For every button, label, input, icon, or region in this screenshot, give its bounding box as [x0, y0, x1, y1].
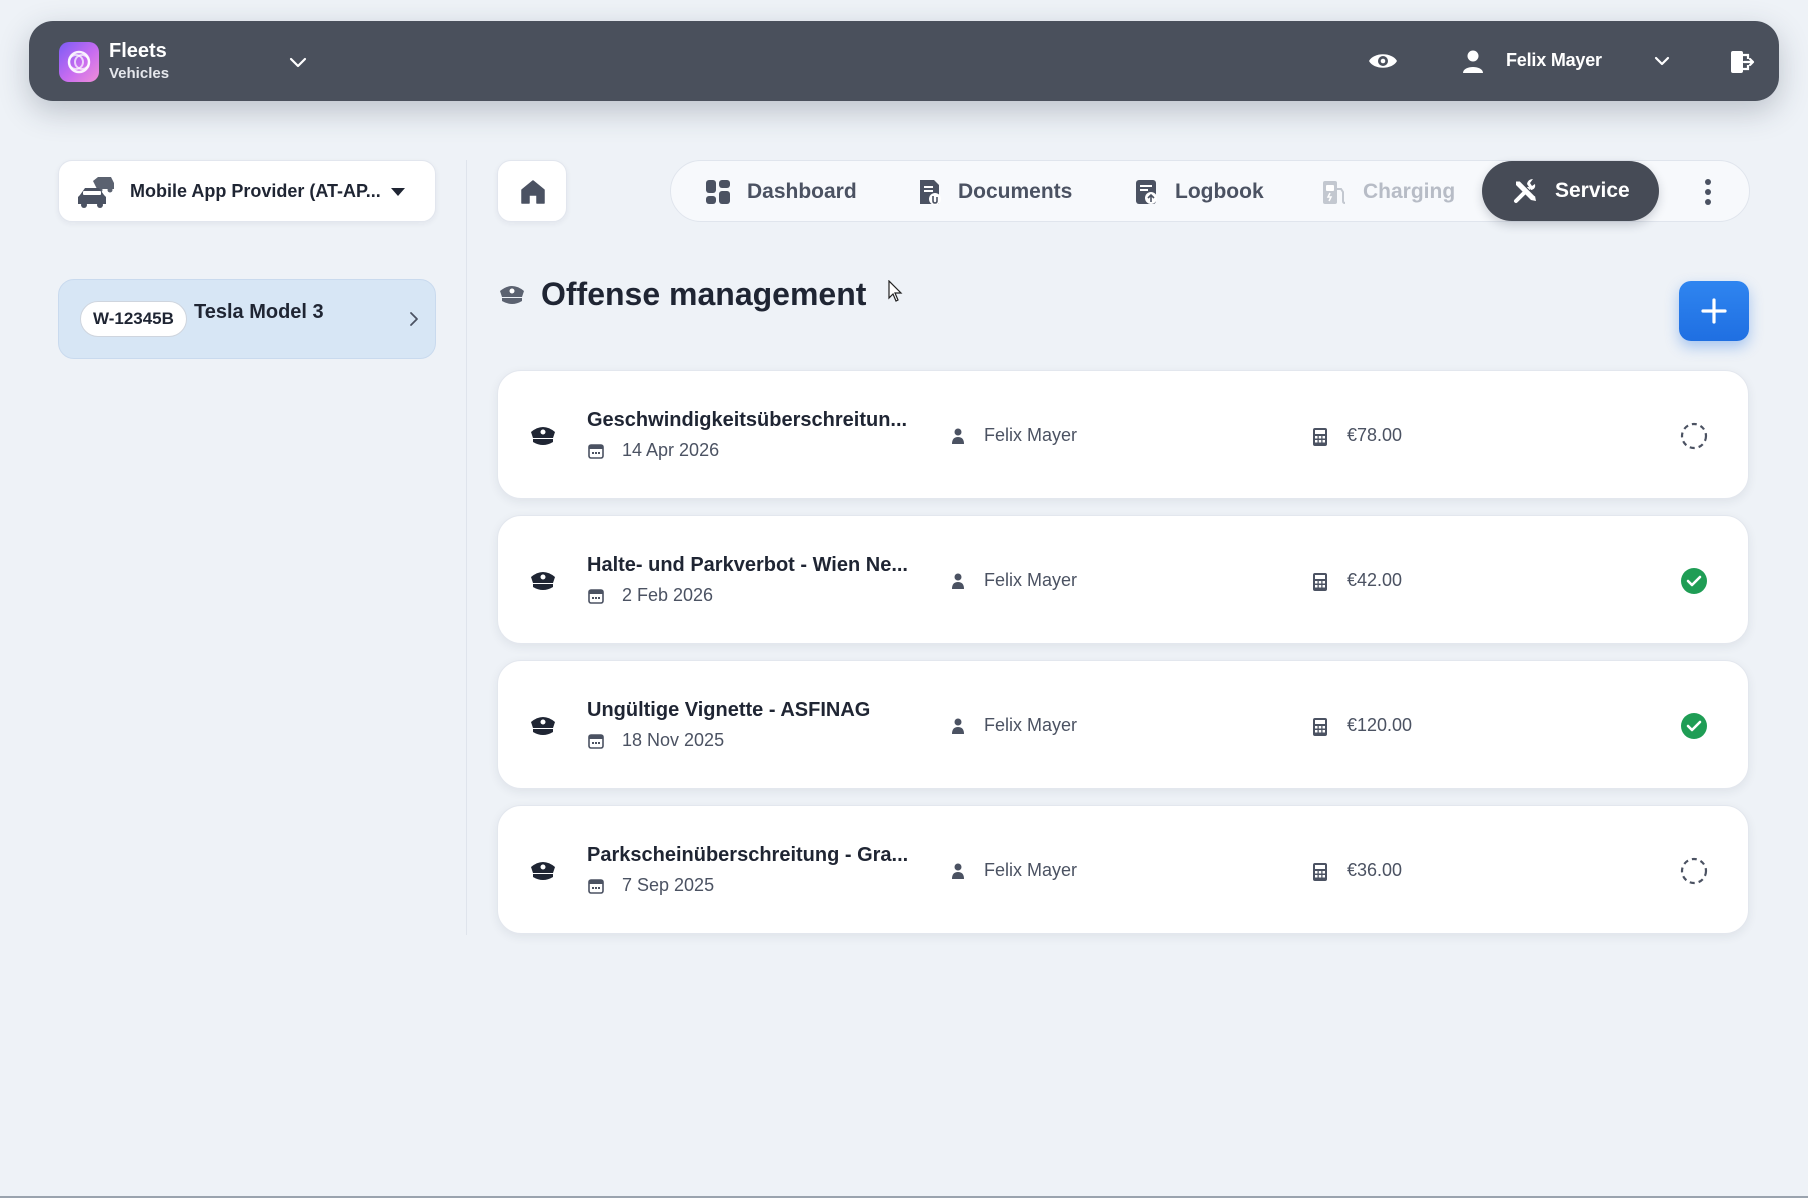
offense-title: Halte- und Parkverbot - Wien Ne... [587, 554, 908, 576]
offense-amount: €36.00 [1347, 860, 1403, 880]
logout-icon[interactable] [1722, 44, 1758, 80]
offense-list-item[interactable]: Parkscheinüberschreitung - Gra... 7 Sep 2… [497, 805, 1749, 934]
caret-down-icon [391, 188, 405, 196]
person-icon [952, 428, 964, 444]
calculator-icon [1313, 573, 1327, 591]
offense-amount: €42.00 [1347, 570, 1403, 590]
calculator-icon [1313, 718, 1327, 736]
person-icon [952, 863, 964, 879]
status-pending-dashed-circle-icon [1680, 422, 1708, 450]
tab-logbook[interactable]: Logbook [1131, 161, 1264, 223]
vehicle-card-selected[interactable]: W-12345B Tesla Model 3 [58, 279, 436, 359]
service-tools-icon [1514, 179, 1536, 203]
calculator-icon [1313, 863, 1327, 881]
vehicle-name: Tesla Model 3 [194, 301, 324, 323]
offense-list-item[interactable]: Ungültige Vignette - ASFINAG 18 Nov 2025 F… [497, 660, 1749, 789]
offense-driver: Felix Mayer [984, 860, 1078, 880]
police-cap-icon [531, 717, 555, 735]
logbook-icon [1136, 180, 1157, 204]
offense-date: 2 Feb 2026 [622, 585, 714, 605]
license-plate-badge: W-12345B [80, 301, 187, 337]
offense-date: 14 Apr 2026 [622, 440, 720, 460]
status-pending-dashed-circle-icon [1680, 857, 1708, 885]
user-icon[interactable] [1459, 47, 1487, 75]
charging-icon [1323, 181, 1346, 204]
police-cap-icon [531, 572, 555, 590]
offense-date: 7 Sep 2025 [622, 875, 715, 895]
app-logo[interactable] [59, 42, 99, 82]
tab-label: Charging [1363, 180, 1456, 203]
calendar-icon [588, 589, 604, 604]
plus-icon [1701, 298, 1727, 324]
offense-driver: Felix Mayer [984, 425, 1078, 445]
chevron-right-icon [410, 312, 418, 326]
person-icon [952, 573, 964, 589]
status-completed-check-icon [1681, 568, 1707, 594]
tab-charging: Charging [1319, 161, 1455, 223]
person-icon [952, 718, 964, 734]
user-menu-chevron-down-icon[interactable] [1647, 46, 1677, 76]
calendar-icon [588, 734, 604, 749]
home-icon [521, 180, 545, 204]
dashboard-icon [706, 180, 730, 204]
app-title: Fleets [109, 40, 167, 62]
tab-label: Documents [958, 180, 1073, 203]
police-cap-icon [531, 427, 555, 445]
calendar-icon [588, 879, 604, 894]
calculator-icon [1313, 428, 1327, 446]
top-app-bar: Fleets Vehicles Felix Mayer [29, 21, 1779, 101]
police-cap-icon [531, 862, 555, 880]
mouse-cursor-icon [888, 280, 903, 302]
status-completed-check-icon [1681, 713, 1707, 739]
navigation-tab-bar: Dashboard Documents Logbook Charging Ser… [670, 160, 1750, 222]
police-cap-icon [500, 286, 524, 304]
calendar-icon [588, 444, 604, 459]
eye-icon[interactable] [1365, 43, 1401, 79]
provider-select-value: Mobile App Provider (AT-AP... [130, 181, 381, 201]
user-name[interactable]: Felix Mayer [1506, 50, 1602, 71]
app-switcher-chevron-down-icon[interactable] [283, 47, 313, 77]
offense-title: Geschwindigkeitsüberschreitun... [587, 409, 908, 431]
offense-driver: Felix Mayer [984, 570, 1078, 590]
fleets-logo-icon [67, 50, 91, 74]
home-button[interactable] [497, 160, 567, 222]
page-title: Offense management [541, 276, 867, 312]
documents-icon [920, 180, 941, 205]
more-options-icon[interactable] [1693, 175, 1723, 209]
add-offense-button[interactable] [1679, 281, 1749, 341]
tab-label: Logbook [1175, 180, 1264, 203]
offense-title: Parkscheinüberschreitung - Gra... [587, 844, 909, 866]
tab-documents[interactable]: Documents [914, 161, 1072, 223]
column-divider [466, 160, 467, 935]
provider-select[interactable]: Mobile App Provider (AT-AP... [58, 160, 436, 222]
offense-list-item[interactable]: Geschwindigkeitsüberschreitun... 14 Apr 2… [497, 370, 1749, 499]
tab-label: Service [1555, 179, 1630, 202]
tab-service[interactable]: Service [1482, 161, 1659, 221]
app-subtitle: Vehicles [109, 65, 170, 82]
offense-driver: Felix Mayer [984, 715, 1078, 735]
fleet-cars-icon [78, 177, 114, 208]
offense-title: Ungültige Vignette - ASFINAG [587, 699, 871, 721]
offense-date: 18 Nov 2025 [622, 730, 725, 750]
tab-dashboard[interactable]: Dashboard [703, 161, 857, 223]
offense-amount: €120.00 [1347, 715, 1413, 735]
offense-list-item[interactable]: Halte- und Parkverbot - Wien Ne... 2 Feb … [497, 515, 1749, 644]
offense-amount: €78.00 [1347, 425, 1403, 445]
tab-label: Dashboard [747, 180, 857, 203]
